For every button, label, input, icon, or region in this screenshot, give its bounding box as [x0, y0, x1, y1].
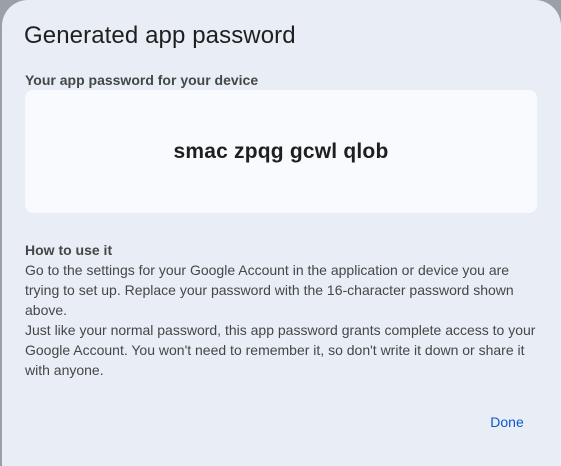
password-box: smac zpqg gcwl qlob: [25, 90, 537, 213]
password-label: Your app password for your device: [25, 72, 259, 88]
how-to-use-section: How to use it Go to the settings for you…: [25, 240, 537, 380]
generated-password: smac zpqg gcwl qlob: [173, 139, 389, 163]
done-button[interactable]: Done: [476, 406, 538, 438]
how-to-use-paragraph-1: Go to the settings for your Google Accou…: [25, 262, 514, 318]
how-to-use-paragraph-2: Just like your normal password, this app…: [25, 322, 536, 378]
app-password-dialog: Generated app password Your app password…: [2, 0, 561, 466]
how-to-use-heading: How to use it: [25, 242, 113, 258]
dialog-title: Generated app password: [24, 22, 296, 49]
